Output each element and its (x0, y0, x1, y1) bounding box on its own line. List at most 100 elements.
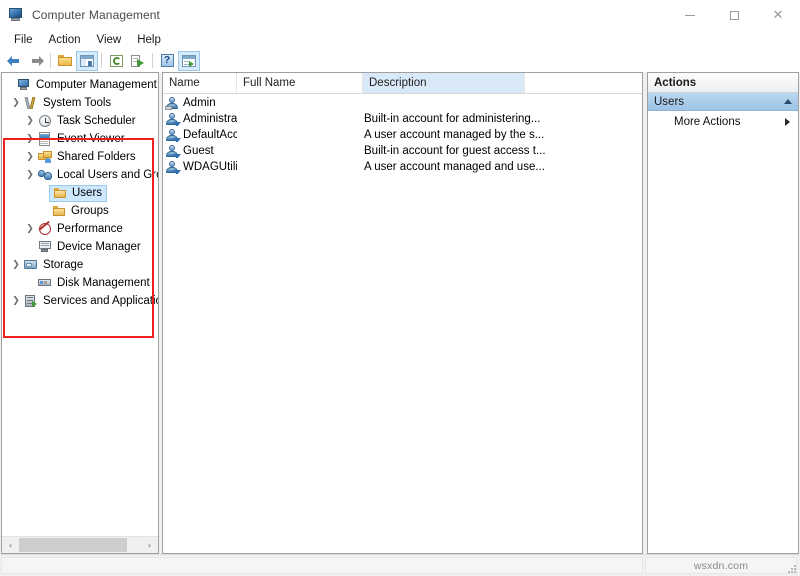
minimize-icon (685, 14, 695, 16)
watermark: wsxdn.com (693, 559, 749, 572)
table-row[interactable]: Guest Built-in account for guest access … (163, 143, 642, 159)
tree-item-computer-management[interactable]: Computer Management (Loca (2, 76, 158, 94)
table-row[interactable]: Administrator Built-in account for admin… (163, 111, 642, 127)
chevron-down-icon[interactable]: ❯ (9, 94, 23, 112)
column-header-description[interactable]: Description (363, 73, 525, 93)
services-and-applications-icon (23, 293, 39, 309)
tree-item-label: Event Viewer (57, 133, 125, 145)
chevron-right-icon[interactable]: ❯ (23, 130, 37, 148)
tree-item-label: Local Users and Groups (57, 169, 158, 181)
tree-item-disk-management[interactable]: Disk Management (2, 274, 158, 292)
computer-management-icon (16, 77, 32, 93)
minimize-button[interactable] (668, 0, 712, 30)
tree-item-label: Computer Management (Loca (36, 79, 158, 91)
user-name: WDAGUtility... (183, 161, 237, 173)
scroll-right-arrow-icon[interactable]: › (141, 537, 158, 554)
toolbar-separator (152, 53, 153, 68)
chevron-right-icon[interactable]: ❯ (23, 220, 37, 238)
column-header-name[interactable]: Name (163, 73, 237, 93)
status-bar: wsxdn.com (0, 554, 800, 576)
console-tree[interactable]: Computer Management (Loca ❯ System Tools… (2, 73, 158, 536)
up-one-level-button[interactable] (54, 51, 76, 71)
table-row[interactable]: DefaultAcco... A user account managed by… (163, 127, 642, 143)
tree-item-event-viewer[interactable]: ❯ Event Viewer (2, 130, 158, 148)
tree-item-services-and-applications[interactable]: ❯ Services and Applications (2, 292, 158, 310)
forward-arrow-icon (29, 55, 44, 67)
resize-grip-icon[interactable] (787, 564, 797, 574)
actions-pane-title: Actions (648, 73, 798, 93)
menu-action[interactable]: Action (41, 32, 89, 49)
column-header-full-name[interactable]: Full Name (237, 73, 363, 93)
user-name: Guest (183, 145, 214, 157)
back-button[interactable] (3, 51, 25, 71)
table-row[interactable]: WDAGUtility... A user account managed an… (163, 159, 642, 175)
help-button[interactable]: ? (156, 51, 178, 71)
show-hide-console-tree-button[interactable] (76, 50, 98, 71)
forward-button[interactable] (25, 51, 47, 71)
actions-pane: Actions Users More Actions (647, 72, 799, 554)
chevron-right-icon[interactable]: ❯ (9, 292, 23, 310)
show-hide-action-pane-button[interactable] (178, 50, 200, 71)
shared-folders-icon (37, 149, 53, 165)
user-account-disabled-icon (165, 144, 181, 158)
storage-icon (23, 257, 39, 273)
close-icon: ✕ (772, 7, 784, 23)
window-controls: ✕ (668, 0, 800, 30)
action-label: More Actions (674, 115, 741, 128)
tree-item-device-manager[interactable]: Device Manager (2, 238, 158, 256)
folder-icon (51, 203, 67, 219)
tree-item-storage[interactable]: ❯ Storage (2, 256, 158, 274)
menu-view[interactable]: View (89, 32, 130, 49)
toolbar: ? (0, 50, 800, 72)
user-account-disabled-icon (165, 112, 181, 126)
user-name: Administrator (183, 113, 237, 125)
tree-item-label: Shared Folders (57, 151, 136, 163)
title-bar: Computer Management ✕ (0, 0, 800, 30)
main-area: Computer Management (Loca ❯ System Tools… (0, 72, 800, 554)
computer-management-window: Computer Management ✕ File Action View H… (0, 0, 800, 576)
chevron-right-icon[interactable]: ❯ (23, 112, 37, 130)
tree-item-system-tools[interactable]: ❯ System Tools (2, 94, 158, 112)
disk-management-icon (37, 275, 53, 291)
menu-bar: File Action View Help (0, 30, 800, 50)
tree-item-label: Device Manager (57, 241, 141, 253)
maximize-button[interactable] (712, 0, 756, 30)
scroll-left-arrow-icon[interactable]: ‹ (2, 537, 19, 554)
tree-item-label: Storage (43, 259, 84, 271)
tree-item-label: Task Scheduler (57, 115, 136, 127)
maximize-icon (729, 10, 739, 20)
tree-item-users[interactable]: Users (2, 184, 158, 202)
menu-file[interactable]: File (6, 32, 41, 49)
up-folder-icon (58, 55, 72, 66)
task-scheduler-icon (37, 113, 53, 129)
scrollbar-track[interactable] (19, 536, 141, 553)
close-button[interactable]: ✕ (756, 0, 800, 30)
chevron-right-icon[interactable]: ❯ (23, 148, 37, 166)
twisty-none (2, 76, 16, 94)
export-list-button[interactable] (127, 51, 149, 71)
cell-description: Built-in account for guest access t... (364, 145, 546, 157)
chevron-up-icon[interactable] (784, 99, 792, 104)
list-column-headers: Name Full Name Description (163, 73, 642, 94)
action-more-actions[interactable]: More Actions (648, 111, 798, 132)
table-row[interactable]: Admin (163, 95, 642, 111)
tree-item-local-users-and-groups[interactable]: ❯ Local Users and Groups (2, 166, 158, 184)
folder-icon (52, 185, 68, 201)
status-bar-message (1, 557, 643, 574)
tree-item-label: System Tools (43, 97, 112, 109)
device-manager-icon (37, 239, 53, 255)
tree-item-performance[interactable]: ❯ Performance (2, 220, 158, 238)
cell-name: Administrator (163, 112, 237, 126)
chevron-down-icon[interactable]: ❯ (9, 256, 23, 274)
tree-item-task-scheduler[interactable]: ❯ Task Scheduler (2, 112, 158, 130)
chevron-down-icon[interactable]: ❯ (23, 166, 37, 184)
tree-item-shared-folders[interactable]: ❯ Shared Folders (2, 148, 158, 166)
refresh-button[interactable] (105, 51, 127, 71)
menu-help[interactable]: Help (129, 32, 169, 49)
tree-horizontal-scrollbar[interactable]: ‹ › (2, 536, 158, 553)
tree-item-groups[interactable]: Groups (2, 202, 158, 220)
status-bar-right: wsxdn.com (645, 557, 797, 574)
actions-group-users[interactable]: Users (648, 93, 798, 111)
scrollbar-thumb[interactable] (19, 537, 127, 552)
tree-item-label: Disk Management (57, 277, 150, 289)
